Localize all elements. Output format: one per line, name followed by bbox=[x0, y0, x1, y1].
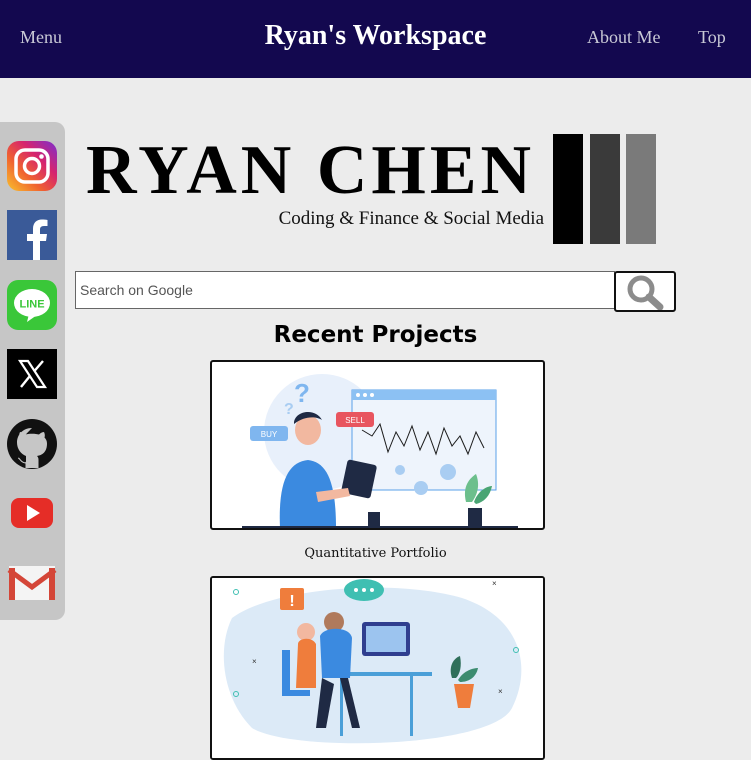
about-me-link[interactable]: About Me bbox=[587, 27, 661, 48]
github-icon bbox=[7, 419, 57, 469]
logo: RYAN CHEN Coding & Finance & Social Medi… bbox=[86, 134, 658, 246]
youtube-link[interactable] bbox=[7, 488, 57, 538]
trading-illustration: BUY SELL ? ? bbox=[242, 374, 518, 528]
facebook-link[interactable] bbox=[7, 210, 57, 260]
svg-text:?: ? bbox=[284, 401, 294, 418]
logo-bar-black bbox=[553, 134, 583, 244]
svg-text:!: ! bbox=[289, 593, 294, 610]
instagram-icon bbox=[7, 141, 57, 191]
gmail-link[interactable] bbox=[7, 558, 57, 608]
magnifier-icon bbox=[627, 275, 664, 311]
line-icon-text: LINE bbox=[19, 299, 44, 311]
top-link[interactable]: Top bbox=[698, 27, 726, 48]
facebook-icon bbox=[7, 210, 57, 260]
buy-label: BUY bbox=[261, 430, 278, 439]
youtube-icon bbox=[11, 498, 53, 528]
logo-name: RYAN CHEN bbox=[86, 132, 536, 209]
project-card-image-second[interactable]: ! × × × bbox=[210, 576, 545, 760]
search-input[interactable] bbox=[75, 271, 615, 309]
instagram-link[interactable] bbox=[7, 141, 57, 191]
svg-text:×: × bbox=[492, 579, 497, 588]
office-illustration: ! × × × bbox=[212, 578, 543, 758]
logo-tagline: Coding & Finance & Social Media bbox=[278, 208, 544, 229]
recent-projects-title: Recent Projects bbox=[273, 322, 478, 348]
sell-label: SELL bbox=[345, 416, 365, 425]
logo-bar-gray bbox=[626, 134, 656, 244]
gmail-icon bbox=[7, 566, 57, 600]
github-link[interactable] bbox=[7, 419, 57, 469]
svg-text:?: ? bbox=[294, 378, 310, 408]
svg-text:×: × bbox=[498, 687, 503, 696]
top-navigation-bar: Menu Ryan's Workspace About Me Top bbox=[0, 0, 751, 78]
social-sidebar: LINE bbox=[0, 122, 65, 620]
project-caption-quantitative[interactable]: Quantitative Portfolio bbox=[210, 546, 541, 561]
svg-text:×: × bbox=[252, 657, 257, 666]
project-card-image-quantitative[interactable]: BUY SELL ? ? bbox=[210, 360, 545, 530]
x-link[interactable] bbox=[7, 349, 57, 399]
x-icon bbox=[7, 349, 57, 399]
logo-bar-dark-gray bbox=[590, 134, 620, 244]
search-button[interactable] bbox=[614, 271, 676, 312]
